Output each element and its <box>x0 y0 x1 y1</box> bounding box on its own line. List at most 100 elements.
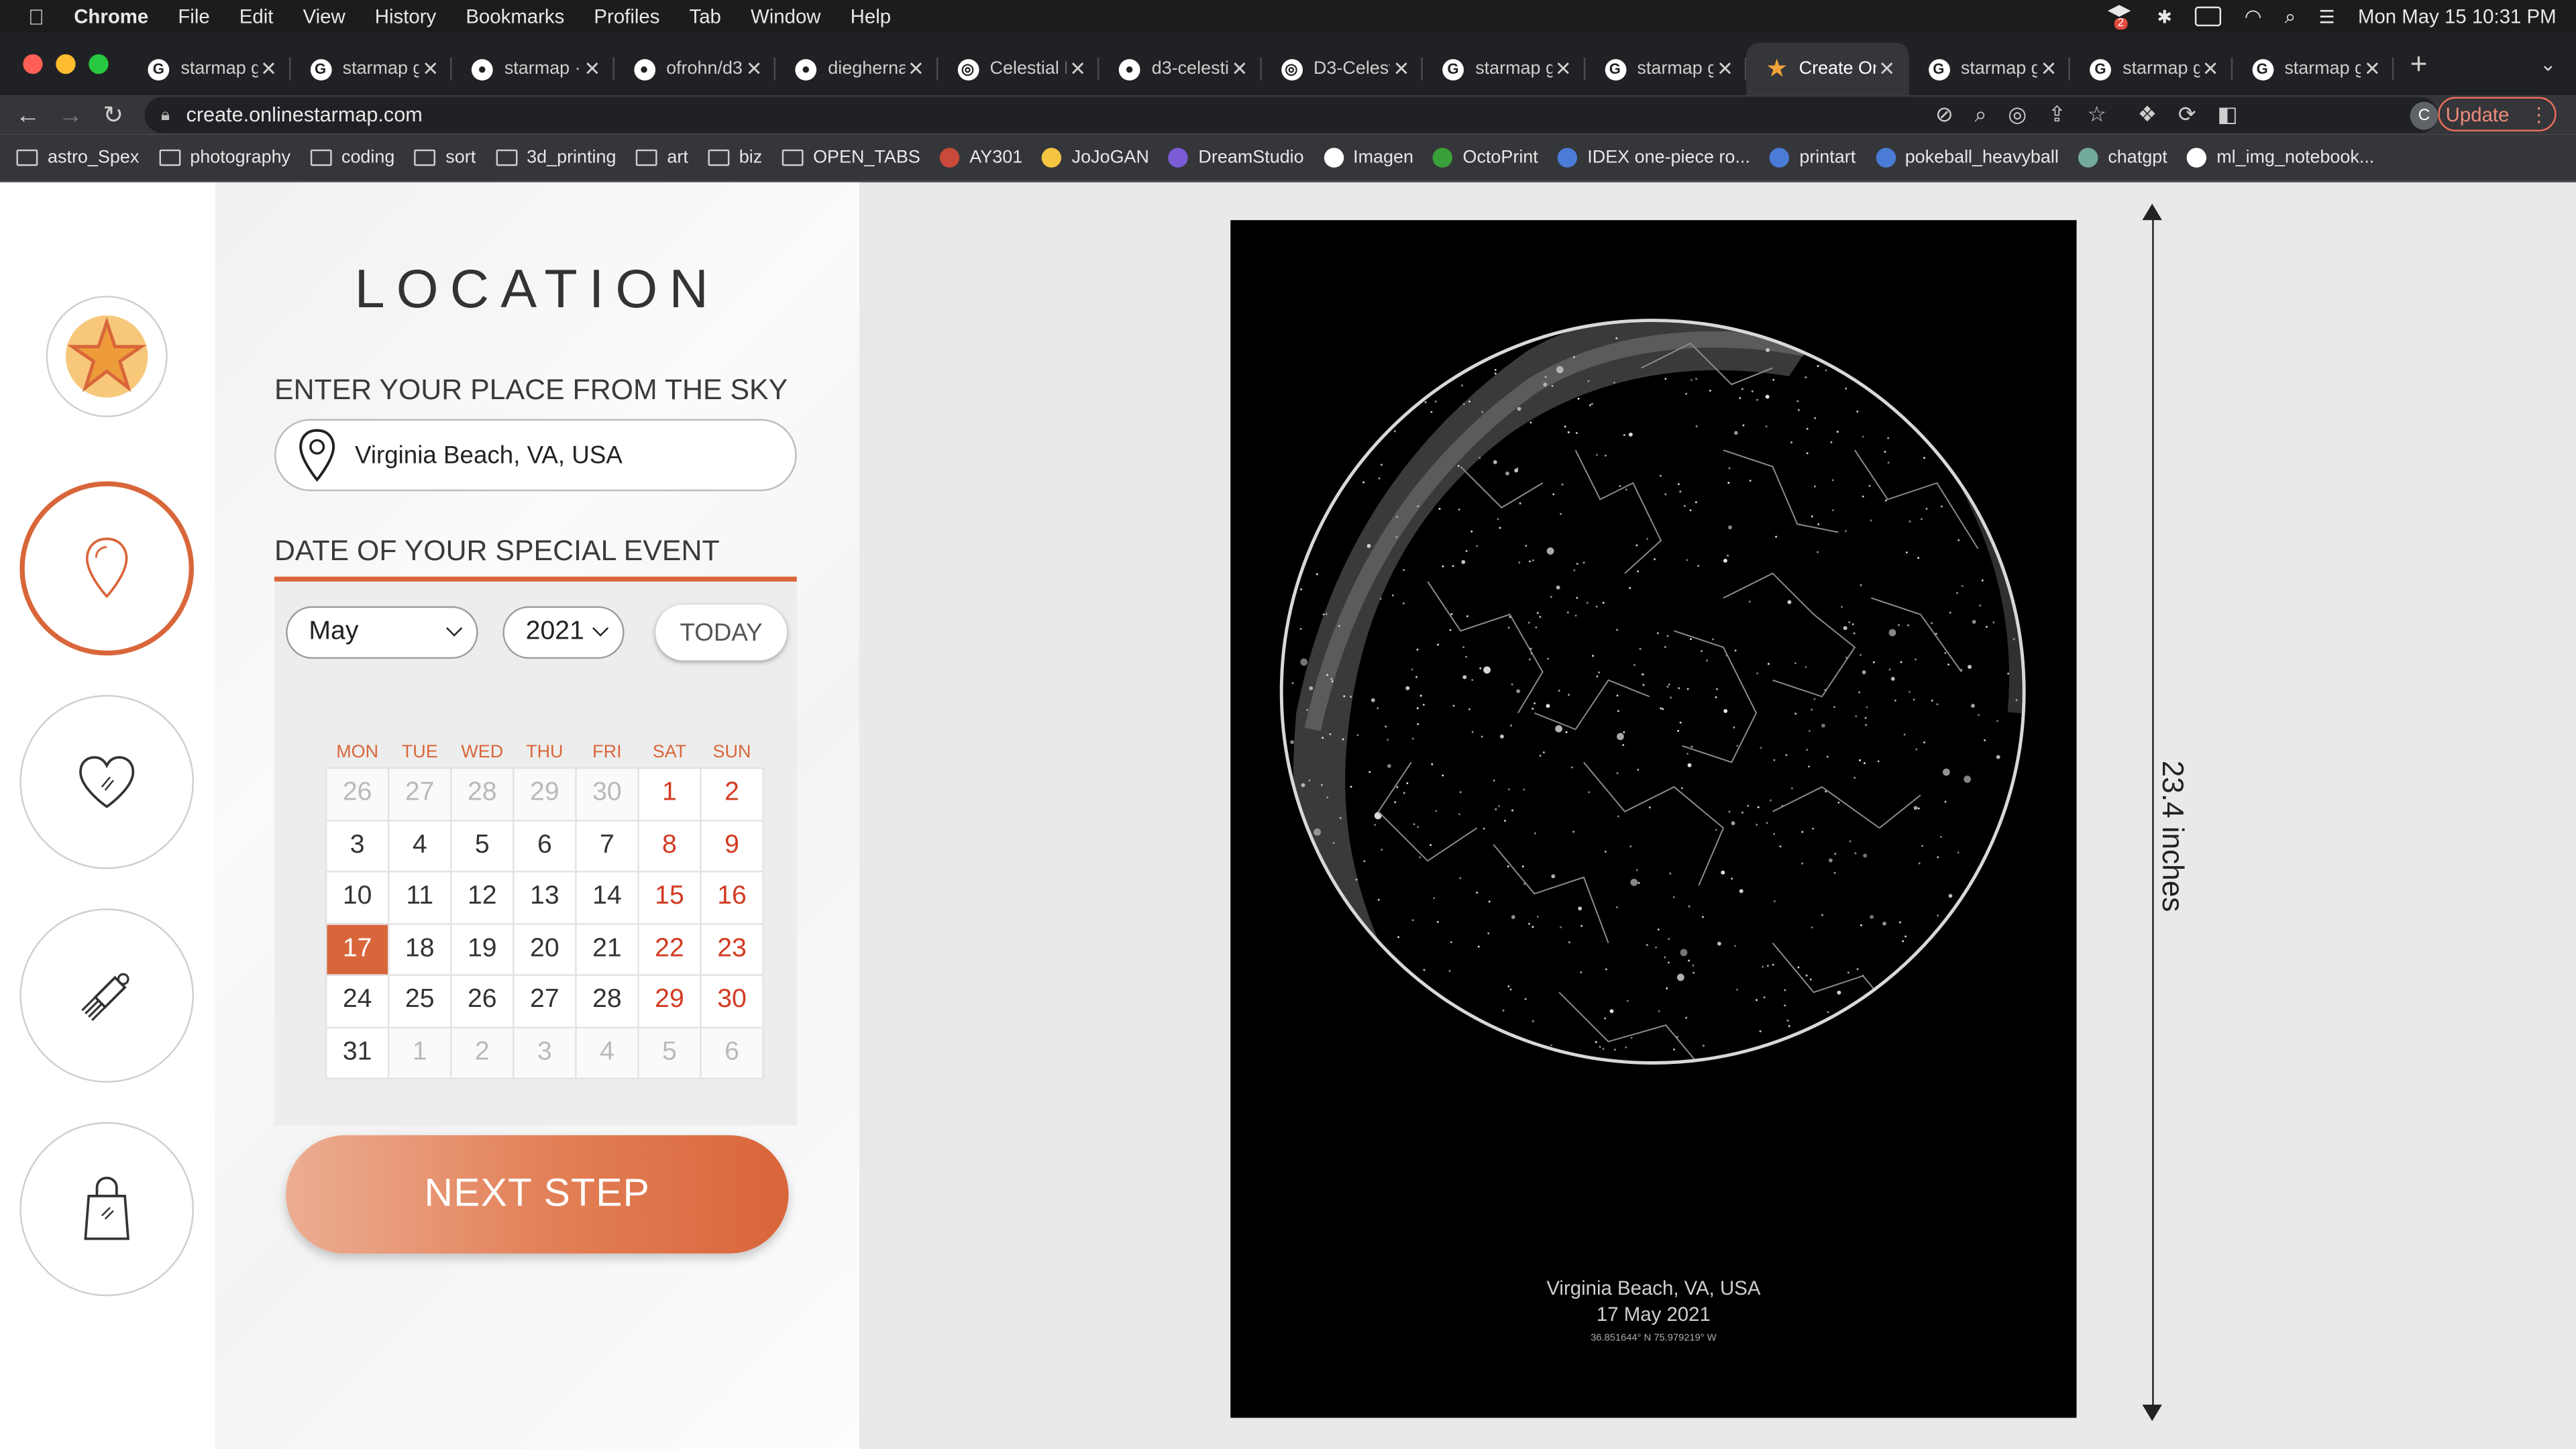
calendar-day[interactable]: 26 <box>450 974 515 1028</box>
calendar-day[interactable]: 18 <box>387 922 452 976</box>
menu-window[interactable]: Window <box>751 5 821 28</box>
close-tab-icon[interactable]: ✕ <box>904 58 927 80</box>
menu-view[interactable]: View <box>303 5 345 28</box>
bookmark-folder[interactable]: sort <box>414 148 476 168</box>
calendar-day[interactable]: 19 <box>450 922 515 976</box>
calendar-day[interactable]: 7 <box>575 818 639 873</box>
browser-tab[interactable]: Gstarmap g ✕ <box>2232 43 2394 95</box>
calendar-day[interactable]: 5 <box>450 818 515 873</box>
bookmark-link[interactable]: pokeball_heavyball <box>1875 148 2059 168</box>
bookmark-folder[interactable]: art <box>635 148 688 168</box>
year-select[interactable]: 2021 <box>502 606 625 659</box>
forward-arrow-icon[interactable]: → <box>49 101 92 129</box>
calendar-day[interactable]: 29 <box>637 974 702 1028</box>
calendar-day[interactable]: 16 <box>700 870 764 924</box>
close-tab-icon[interactable]: ✕ <box>1390 58 1413 80</box>
calendar-day[interactable]: 12 <box>450 870 515 924</box>
calendar-day[interactable]: 2 <box>700 767 764 821</box>
blocked-popup-icon[interactable]: ⊘ <box>1935 102 1953 128</box>
close-tab-icon[interactable]: ✕ <box>1066 58 1089 80</box>
calendar-day[interactable]: 20 <box>513 922 577 976</box>
wifi-icon[interactable]: ◠ <box>2245 5 2262 28</box>
battery-icon[interactable] <box>2195 6 2222 27</box>
today-button[interactable]: TODAY <box>655 604 788 661</box>
bookmark-link[interactable]: Imagen <box>1324 148 1413 168</box>
calendar-day[interactable]: 27 <box>513 974 577 1028</box>
apple-icon[interactable]:  <box>25 4 48 29</box>
tab-search-chevron-icon[interactable]: ⌄ <box>2540 52 2557 75</box>
more-menu-icon[interactable]: ⋮ <box>2529 103 2548 125</box>
calendar-day[interactable]: 28 <box>575 974 639 1028</box>
next-step-button[interactable]: NEXT STEP <box>286 1135 789 1254</box>
calendar-day[interactable]: 9 <box>700 818 764 873</box>
share-icon[interactable]: ⇪ <box>2048 102 2066 128</box>
month-select[interactable]: May <box>286 606 478 659</box>
close-window-button[interactable] <box>23 54 43 74</box>
calendar-day[interactable]: 10 <box>325 870 390 924</box>
browser-tab[interactable]: ● starmap · ✕ <box>451 43 614 95</box>
close-tab-icon[interactable]: ✕ <box>2361 58 2383 80</box>
step-checkout[interactable] <box>19 1122 194 1297</box>
browser-tab[interactable]: Gstarmap g ✕ <box>1585 43 1747 95</box>
lock-icon[interactable]: 🔒︎ <box>161 106 170 124</box>
calendar-day[interactable]: 14 <box>575 870 639 924</box>
step-heart[interactable] <box>19 694 194 869</box>
calendar-day[interactable]: 31 <box>325 1026 390 1079</box>
bookmark-link[interactable]: AY301 <box>940 148 1022 168</box>
minimize-window-button[interactable] <box>56 54 76 74</box>
bookmark-link[interactable]: ml_img_notebook... <box>2187 148 2374 168</box>
bookmark-star-icon[interactable]: ☆ <box>2087 102 2106 128</box>
menu-tab[interactable]: Tab <box>690 5 721 28</box>
close-tab-icon[interactable]: ✕ <box>1876 58 1898 80</box>
bookmark-link[interactable]: chatgpt <box>2078 148 2167 168</box>
menu-help[interactable]: Help <box>851 5 891 28</box>
calendar-day[interactable]: 21 <box>575 922 639 976</box>
side-panel-icon[interactable]: ◧ <box>2217 102 2237 128</box>
browser-tab[interactable]: ● d3-celesti ✕ <box>1099 43 1261 95</box>
profile-avatar[interactable]: C <box>2410 101 2438 130</box>
step-style[interactable] <box>19 908 194 1083</box>
new-tab-button[interactable]: + <box>2410 47 2428 81</box>
bookmark-folder[interactable]: coding <box>310 148 394 168</box>
close-tab-icon[interactable]: ✕ <box>257 58 280 80</box>
close-tab-icon[interactable]: ✕ <box>581 58 604 80</box>
bookmark-folder[interactable]: 3d_printing <box>495 148 616 168</box>
bookmark-folder[interactable]: OPEN_TABS <box>782 148 920 168</box>
bookmark-folder[interactable]: astro_Spex <box>16 148 139 168</box>
close-tab-icon[interactable]: ✕ <box>2199 58 2222 80</box>
dropbox-icon[interactable]: 2 <box>2107 5 2134 30</box>
sync-icon[interactable]: ⟳ <box>2178 102 2196 128</box>
calendar-day[interactable]: 30 <box>700 974 764 1028</box>
calendar-day[interactable]: 6 <box>513 818 577 873</box>
reload-icon[interactable]: ↻ <box>92 100 135 130</box>
back-arrow-icon[interactable]: ← <box>7 101 50 129</box>
menu-edit[interactable]: Edit <box>239 5 274 28</box>
bookmark-folder[interactable]: biz <box>708 148 762 168</box>
close-tab-icon[interactable]: ✕ <box>2037 58 2060 80</box>
browser-tab[interactable]: ◎ D3-Celest ✕ <box>1261 43 1423 95</box>
bookmark-link[interactable]: OctoPrint <box>1433 148 1538 168</box>
menu-bookmarks[interactable]: Bookmarks <box>466 5 564 28</box>
step-location[interactable] <box>19 481 194 656</box>
calendar-day[interactable]: 24 <box>325 974 390 1028</box>
bookmark-link[interactable]: printart <box>1770 148 1856 168</box>
clock[interactable]: Mon May 15 10:31 PM <box>2358 5 2557 28</box>
calendar-day[interactable]: 8 <box>637 818 702 873</box>
browser-tab[interactable]: Gstarmap g ✕ <box>128 43 290 95</box>
calendar-day-selected[interactable]: 17 <box>325 922 390 976</box>
close-tab-icon[interactable]: ✕ <box>419 58 441 80</box>
spotlight-search-icon[interactable]: ⌕ <box>2285 4 2296 29</box>
browser-tab[interactable]: Gstarmap g ✕ <box>2070 43 2232 95</box>
calendar-day[interactable]: 1 <box>637 767 702 821</box>
menu-history[interactable]: History <box>375 5 436 28</box>
browser-tab[interactable]: Gstarmap g ✕ <box>1909 43 2070 95</box>
zoom-window-button[interactable] <box>89 54 109 74</box>
url-text[interactable]: create.onlinestarmap.com <box>186 103 423 126</box>
menu-file[interactable]: File <box>178 5 209 28</box>
menu-profiles[interactable]: Profiles <box>594 5 659 28</box>
close-tab-icon[interactable]: ✕ <box>1552 58 1574 80</box>
calendar-day[interactable]: 13 <box>513 870 577 924</box>
hidden-eye-icon[interactable]: ◎ <box>2008 102 2027 128</box>
bookmark-link[interactable]: IDEX one-piece ro... <box>1558 148 1750 168</box>
browser-tab[interactable]: Gstarmap g ✕ <box>290 43 452 95</box>
